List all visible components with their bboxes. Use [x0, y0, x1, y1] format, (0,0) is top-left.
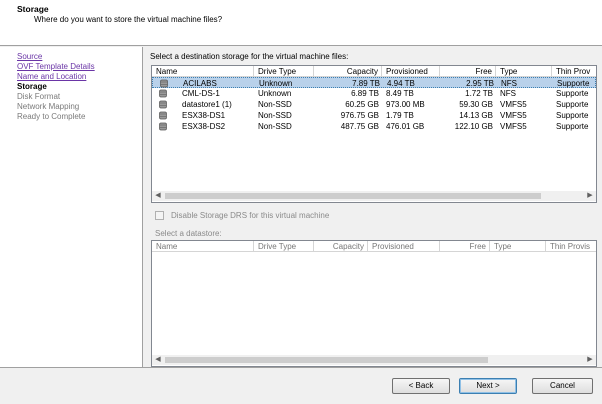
cell-free: 122.10 GB: [454, 122, 493, 131]
col-type[interactable]: Type: [496, 66, 552, 77]
cell-provisioned: 1.79 TB: [386, 111, 414, 120]
cell-drive-type: Non-SSD: [258, 100, 292, 109]
storage-table[interactable]: Name Drive Type Capacity Provisioned Fre…: [151, 65, 597, 203]
table-row[interactable]: CML-DS-1 Unknown 6.89 TB 8.49 TB 1.72 TB…: [152, 88, 596, 99]
datastore-table-hscrollbar[interactable]: ◀ ▶: [152, 355, 596, 365]
wizard-footer: < Back Next > Cancel: [0, 367, 602, 404]
cell-drive-type: Non-SSD: [258, 122, 292, 131]
step-network-mapping: Network Mapping: [17, 102, 80, 111]
table-row[interactable]: ESX38-DS2 Non-SSD 487.75 GB 476.01 GB 12…: [152, 121, 596, 132]
cell-name: CML-DS-1: [182, 89, 220, 98]
cell-provisioned: 8.49 TB: [386, 89, 414, 98]
cell-free: 59.30 GB: [459, 100, 493, 109]
scrollbar-thumb[interactable]: [165, 357, 488, 363]
scroll-right-icon[interactable]: ▶: [585, 191, 595, 201]
col-thin-prov[interactable]: Thin Prov: [552, 66, 596, 77]
datastore-icon: [159, 111, 167, 120]
scrollbar-thumb[interactable]: [165, 193, 541, 199]
col-free[interactable]: Free: [440, 66, 496, 77]
col-provisioned[interactable]: Provisioned: [368, 241, 440, 252]
col-thin-provis[interactable]: Thin Provis: [546, 241, 596, 252]
wizard-header: Storage Where do you want to store the v…: [0, 0, 602, 46]
col-capacity[interactable]: Capacity: [314, 241, 368, 252]
page-title: Storage: [17, 4, 49, 14]
storage-table-header: Name Drive Type Capacity Provisioned Fre…: [152, 66, 596, 77]
col-name[interactable]: Name: [152, 66, 254, 77]
cell-capacity: 60.25 GB: [345, 100, 379, 109]
step-name-and-location[interactable]: Name and Location: [17, 72, 86, 81]
datastore-table-header: Name Drive Type Capacity Provisioned Fre…: [152, 241, 596, 252]
datastore-icon: [160, 79, 168, 88]
cell-type: VMFS5: [500, 122, 527, 131]
cell-free: 14.13 GB: [459, 111, 493, 120]
col-provisioned[interactable]: Provisioned: [382, 66, 440, 77]
disable-storage-drs-checkbox[interactable]: [155, 211, 164, 220]
datastore-table[interactable]: Name Drive Type Capacity Provisioned Fre…: [151, 240, 597, 367]
cell-name: datastore1 (1): [182, 100, 232, 109]
col-type[interactable]: Type: [490, 241, 546, 252]
scroll-left-icon[interactable]: ◀: [153, 355, 163, 365]
cell-type: VMFS5: [500, 100, 527, 109]
disable-storage-drs-label: Disable Storage DRS for this virtual mac…: [171, 211, 330, 220]
cell-thin-prov: Supporte: [556, 89, 589, 98]
cell-provisioned: 973.00 MB: [386, 100, 425, 109]
cell-capacity: 6.89 TB: [351, 89, 379, 98]
cell-drive-type: Non-SSD: [258, 111, 292, 120]
scroll-left-icon[interactable]: ◀: [153, 191, 163, 201]
datastore-icon: [159, 89, 167, 98]
storage-table-hscrollbar[interactable]: ◀ ▶: [152, 191, 596, 201]
cell-name: ESX38-DS2: [182, 122, 226, 131]
cell-drive-type: Unknown: [258, 89, 292, 98]
back-button[interactable]: < Back: [392, 378, 450, 394]
col-capacity[interactable]: Capacity: [314, 66, 382, 77]
table-row[interactable]: ACILABS Unknown 7.89 TB 4.94 TB 2.95 TB …: [152, 77, 596, 88]
col-name[interactable]: Name: [152, 241, 254, 252]
cell-provisioned: 476.01 GB: [386, 122, 425, 131]
step-source[interactable]: Source: [17, 52, 42, 61]
col-drive-type[interactable]: Drive Type: [254, 241, 314, 252]
step-storage: Storage: [17, 82, 47, 91]
col-free[interactable]: Free: [440, 241, 490, 252]
page-subtitle: Where do you want to store the virtual m…: [34, 15, 223, 24]
table-row[interactable]: ESX38-DS1 Non-SSD 976.75 GB 1.79 TB 14.1…: [152, 110, 596, 121]
table-row[interactable]: datastore1 (1) Non-SSD 60.25 GB 973.00 M…: [152, 99, 596, 110]
next-button[interactable]: Next >: [459, 378, 517, 394]
storage-prompt: Select a destination storage for the vir…: [150, 52, 349, 61]
wizard-steps-nav: Source OVF Template Details Name and Loc…: [0, 47, 143, 367]
step-ovf-template-details[interactable]: OVF Template Details: [17, 62, 95, 71]
cell-thin-prov: Supporte: [556, 122, 589, 131]
scroll-right-icon[interactable]: ▶: [585, 355, 595, 365]
step-disk-format: Disk Format: [17, 92, 61, 101]
cell-free: 1.72 TB: [465, 89, 493, 98]
cell-type: VMFS5: [500, 111, 527, 120]
cell-name: ESX38-DS1: [182, 111, 226, 120]
cell-thin-prov: Supporte: [556, 111, 589, 120]
cancel-button[interactable]: Cancel: [532, 378, 593, 394]
cell-type: NFS: [500, 89, 516, 98]
cell-thin-prov: Supporte: [556, 100, 589, 109]
col-drive-type[interactable]: Drive Type: [254, 66, 314, 77]
cell-capacity: 976.75 GB: [340, 111, 379, 120]
datastore-icon: [159, 122, 167, 131]
datastore-icon: [159, 100, 167, 109]
step-ready-to-complete: Ready to Complete: [17, 112, 86, 121]
select-datastore-label: Select a datastore:: [155, 229, 222, 238]
cell-capacity: 487.75 GB: [340, 122, 379, 131]
